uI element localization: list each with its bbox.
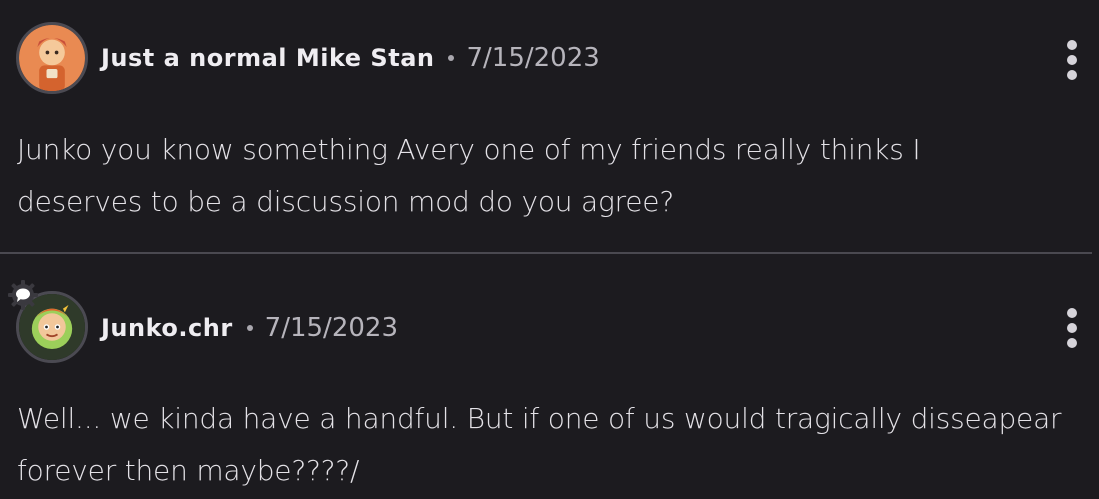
more-vertical-icon xyxy=(1067,323,1077,333)
comment-body: Well... we kinda have a handful. But if … xyxy=(17,393,1092,497)
chat-bubble-gear-icon xyxy=(8,280,38,310)
more-vertical-icon xyxy=(1067,308,1077,318)
more-vertical-icon xyxy=(1067,338,1077,348)
username[interactable]: Junko.chr xyxy=(101,314,233,342)
separator-dot xyxy=(246,325,253,331)
comment-line: forever then maybe????/ xyxy=(17,454,360,487)
comment-meta: Junko.chr 7/15/2023 xyxy=(101,308,398,348)
comment: Junko.chr 7/15/2023 Well... we kinda hav… xyxy=(0,0,1099,499)
more-options-button[interactable] xyxy=(1062,308,1082,348)
comment-date: 7/15/2023 xyxy=(264,313,398,343)
comment-line: Well... we kinda have a handful. But if … xyxy=(17,402,1062,435)
